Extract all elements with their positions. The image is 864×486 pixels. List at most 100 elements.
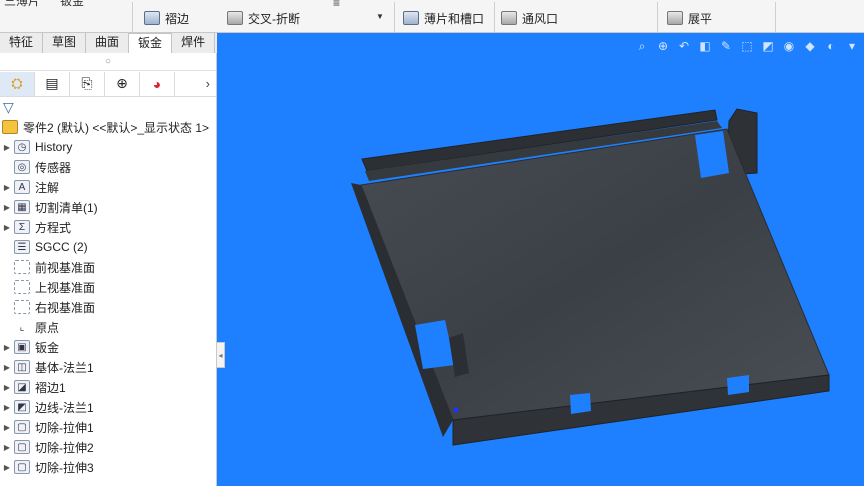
configuration-manager-tab-icon[interactable]: ⎘: [70, 71, 105, 96]
tab-sheet-metal[interactable]: 钣金: [129, 33, 173, 53]
chevron-right-icon[interactable]: ›: [206, 76, 210, 91]
flatten-button-label: 展平: [688, 11, 713, 26]
graphics-viewport[interactable]: ⌕ ⊕ ↶ ◧ ✎ ⬚ ◩ ◉ ◆ ◐ ▾: [217, 33, 864, 486]
expand-arrow-icon[interactable]: ▶: [0, 223, 14, 232]
expand-arrow-icon[interactable]: ▶: [0, 343, 14, 352]
tree-item-label: 切除-拉伸1: [35, 420, 94, 435]
feature-manager-pane: ○ ⛭ ▤ ⎘ ⊕ ◕ › ▽ 零件2 (默认) <<默认>_显示状态 1> ▶…: [0, 53, 217, 486]
tree-item-cut-extrude-3[interactable]: ▶ ▢ 切除-拉伸3: [0, 457, 216, 477]
vent-button[interactable]: 通风口: [501, 9, 558, 27]
ribbon-separator: [132, 2, 133, 32]
expand-arrow-icon[interactable]: ▶: [0, 383, 14, 392]
tree-item-label: 切割清单(1): [35, 200, 98, 215]
cross-break-icon: [227, 11, 243, 25]
tree-item-sheet-metal[interactable]: ▶ ▣ 钣金: [0, 337, 216, 357]
cutout-back-2: [629, 84, 651, 102]
ribbon-separator: [657, 2, 658, 32]
tree-item-hem[interactable]: ▶ ◪ 褶边1: [0, 377, 216, 397]
origin-marker: [453, 407, 459, 413]
filter-icon[interactable]: ▽: [3, 99, 14, 116]
tab-weldments[interactable]: 焊件: [172, 33, 216, 53]
tab-sketch[interactable]: 草图: [43, 33, 87, 53]
hem-button-label: 褶边: [165, 11, 190, 26]
ribbon-separator: [775, 2, 776, 32]
tree-item-label: SGCC (2): [35, 240, 88, 254]
expand-arrow-icon[interactable]: ▶: [0, 143, 14, 152]
hem-button[interactable]: 褶边: [144, 9, 189, 27]
expand-arrow-icon[interactable]: ▶: [0, 403, 14, 412]
ribbon-toolbar: 三薄片 钣金 ⋯ 褶边 交叉-折断 ≡ ▼ 薄片和槽口 通风口 展平: [0, 0, 864, 33]
expand-arrow-icon[interactable]: ▶: [0, 443, 14, 452]
dimxpert-manager-tab-icon[interactable]: ⊕: [105, 71, 140, 96]
tree-item-label: 边线-法兰1: [35, 400, 94, 415]
tree-item-cut-extrude-2[interactable]: ▶ ▢ 切除-拉伸2: [0, 437, 216, 457]
pane-grip[interactable]: ○: [0, 53, 216, 71]
expand-arrow-icon[interactable]: ▶: [0, 183, 14, 192]
tree-item-edge-flange[interactable]: ▶ ◩ 边线-法兰1: [0, 397, 216, 417]
ribbon-separator: [494, 2, 495, 32]
equation-icon: Σ: [14, 220, 30, 234]
part-icon: [2, 120, 18, 134]
cross-break-button[interactable]: 交叉-折断: [227, 9, 300, 27]
tree-item-equations[interactable]: ▶ Σ 方程式: [0, 217, 216, 237]
tree-item-front-plane[interactable]: 前视基准面: [0, 257, 216, 277]
ribbon-item-thin-sheet[interactable]: 三薄片: [4, 0, 40, 9]
tree-item-label: 注解: [35, 180, 60, 195]
feature-manager-tab-icon[interactable]: ⛭: [0, 71, 35, 96]
tab-surfaces[interactable]: 曲面: [86, 33, 130, 53]
tree-item-label: 传感器: [35, 160, 72, 175]
tab-and-slot-button-label: 薄片和槽口: [424, 11, 485, 26]
expand-arrow-icon[interactable]: ▶: [0, 423, 14, 432]
tree-item-top-plane[interactable]: 上视基准面: [0, 277, 216, 297]
tree-item-cut-extrude-1[interactable]: ▶ ▢ 切除-拉伸1: [0, 417, 216, 437]
tree-item-cut-list[interactable]: ▶ ▦ 切割清单(1): [0, 197, 216, 217]
display-manager-tab-icon[interactable]: ◕: [140, 71, 175, 96]
tree-root[interactable]: 零件2 (默认) <<默认>_显示状态 1>: [0, 117, 216, 137]
cut-extrude-icon: ▢: [14, 440, 30, 454]
hem-icon: ◪: [14, 380, 30, 394]
ribbon-overflow-icon[interactable]: ⋯: [113, 0, 125, 6]
ribbon-dropdown-icon[interactable]: ▼: [376, 12, 384, 21]
cut-extrude-icon: ▢: [14, 460, 30, 474]
sheet-metal-part-model[interactable]: [217, 33, 864, 486]
tree-item-label: 钣金: [35, 340, 60, 355]
tab-and-slot-button[interactable]: 薄片和槽口: [403, 9, 484, 27]
cut-extrude-icon: ▢: [14, 420, 30, 434]
ribbon-menu-icon[interactable]: ≡: [333, 0, 340, 10]
flatten-button[interactable]: 展平: [667, 9, 712, 27]
ribbon-item-sheet-metal[interactable]: 钣金: [60, 0, 84, 9]
manager-tabs: ⛭ ▤ ⎘ ⊕ ◕ ›: [0, 71, 216, 97]
feature-tree: ▶ ◷ History ◎ 传感器 ▶ A 注解 ▶ ▦ 切割清单(1) ▶ Σ 方程式 ☰ SGC…: [0, 137, 216, 477]
cutout-back-1: [473, 114, 493, 134]
ribbon-separator: [394, 2, 395, 32]
expand-arrow-icon[interactable]: ▶: [0, 363, 14, 372]
origin-icon: ⌞: [19, 321, 25, 333]
expand-arrow-icon[interactable]: ▶: [0, 203, 14, 212]
tree-item-history[interactable]: ▶ ◷ History: [0, 137, 216, 157]
material-icon: ☰: [14, 240, 30, 254]
flatten-icon: [667, 11, 683, 25]
tree-item-label: 原点: [35, 320, 60, 335]
annotation-icon: A: [14, 180, 30, 194]
tree-item-label: 方程式: [35, 220, 72, 235]
sensor-icon: ◎: [14, 160, 30, 174]
tree-item-annotations[interactable]: ▶ A 注解: [0, 177, 216, 197]
tab-features[interactable]: 特征: [0, 33, 44, 53]
tree-root-label: 零件2 (默认) <<默认>_显示状态 1>: [23, 120, 210, 135]
property-manager-tab-icon[interactable]: ▤: [35, 71, 70, 96]
plane-icon: [14, 260, 30, 274]
pane-collapse-handle[interactable]: ◂: [216, 342, 225, 368]
tree-item-material[interactable]: ☰ SGCC (2): [0, 237, 216, 257]
tree-item-label: 右视基准面: [35, 300, 96, 315]
tree-item-label: 基体-法兰1: [35, 360, 94, 375]
tree-item-label: 前视基准面: [35, 260, 96, 275]
base-flange-icon: ◫: [14, 360, 30, 374]
tree-item-right-plane[interactable]: 右视基准面: [0, 297, 216, 317]
cutout-corner-right: [695, 131, 729, 178]
vent-icon: [501, 11, 517, 25]
cutout-front-2: [727, 375, 749, 395]
tree-item-sensors[interactable]: ◎ 传感器: [0, 157, 216, 177]
expand-arrow-icon[interactable]: ▶: [0, 463, 14, 472]
tree-item-origin[interactable]: ⌞ 原点: [0, 317, 216, 337]
tree-item-base-flange[interactable]: ▶ ◫ 基体-法兰1: [0, 357, 216, 377]
